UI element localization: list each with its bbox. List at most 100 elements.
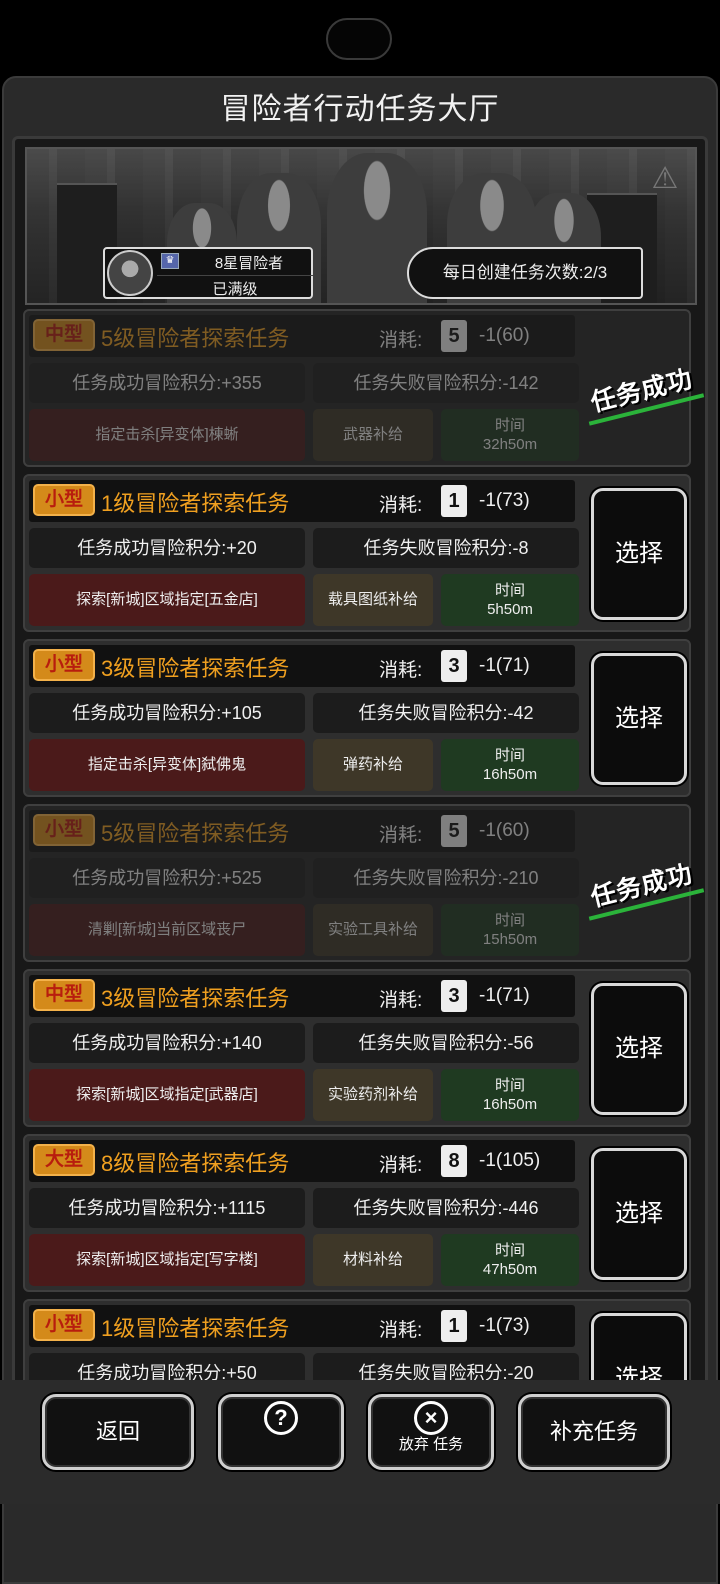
task-success-stamp: 任务成功 [579, 357, 705, 426]
help-icon: ? [264, 1401, 298, 1435]
success-points: 任务成功冒险积分:+105 [29, 693, 305, 733]
supply-reward: 弹药补给 [313, 739, 433, 791]
supply-reward: 武器补给 [313, 409, 433, 461]
task-card[interactable]: 小型 1级冒险者探索任务 消耗: 1 -1(73) 任务成功冒险积分:+20 任… [23, 474, 691, 632]
time-box: 时间 5h50m [441, 574, 579, 626]
task-header: 中型 5级冒险者探索任务 消耗: 5 -1(60) [29, 315, 575, 357]
task-card: 中型 5级冒险者探索任务 消耗: 5 -1(60) 任务成功冒险积分:+355 … [23, 309, 705, 467]
task-title: 1级冒险者探索任务 [101, 1316, 290, 1341]
task-header: 小型 3级冒险者探索任务 消耗: 3 -1(71) [29, 645, 575, 687]
time-box: 时间 16h50m [441, 1069, 579, 1121]
task-title: 3级冒险者探索任务 [101, 656, 290, 681]
cost-label: 消耗: [379, 1155, 423, 1176]
cost-value: -1(105) [479, 1150, 541, 1171]
task-title: 1级冒险者探索任务 [101, 491, 290, 516]
page-title: 冒险者行动任务大厅 [220, 93, 500, 126]
task-size-badge: 小型 [33, 814, 95, 846]
fail-points: 任务失败冒险积分:-8 [313, 528, 579, 568]
abandon-icon: × [414, 1401, 448, 1435]
select-button[interactable]: 选择 [591, 653, 687, 785]
cost-label: 消耗: [379, 330, 423, 351]
task-size-badge: 小型 [33, 484, 95, 516]
camera-notch [326, 18, 392, 60]
level-card-icon: 1 [441, 485, 467, 517]
abandon-task-button[interactable]: × 放弃 任务 [368, 1394, 494, 1470]
rank-box: ♛ 8星冒险者 已满级 [103, 247, 313, 299]
fail-points: 任务失败冒险积分:-142 [313, 363, 579, 403]
select-button[interactable]: 选择 [591, 983, 687, 1115]
back-label: 返回 [95, 1419, 140, 1444]
task-target: 探索[新城]区域指定[武器店] [29, 1069, 305, 1121]
supply-reward: 载具图纸补给 [313, 574, 433, 626]
task-header: 大型 8级冒险者探索任务 消耗: 8 -1(105) [29, 1140, 575, 1182]
task-size-badge: 大型 [33, 1144, 95, 1176]
cost-value: -1(71) [479, 985, 530, 1006]
success-points: 任务成功冒险积分:+1115 [29, 1188, 305, 1228]
task-size-badge: 中型 [33, 979, 95, 1011]
task-size-badge: 小型 [33, 649, 95, 681]
task-header: 中型 3级冒险者探索任务 消耗: 3 -1(71) [29, 975, 575, 1017]
fail-points: 任务失败冒险积分:-210 [313, 858, 579, 898]
back-button[interactable]: 返回 [42, 1394, 194, 1470]
select-button[interactable]: 选择 [591, 1148, 687, 1280]
time-box: 时间 15h50m [441, 904, 579, 956]
success-points: 任务成功冒险积分:+20 [29, 528, 305, 568]
cost-label: 消耗: [379, 1320, 423, 1341]
rank-status: 已满级 [157, 275, 313, 299]
task-target: 指定击杀[异变体]棟蜥 [29, 409, 305, 461]
task-hall-panel: 冒险者行动任务大厅 ⚠ ♛ 8星冒险者 已满级 每日创建任务次数:2/3 中型 [2, 76, 718, 1584]
time-label: 时间 [494, 582, 525, 599]
bottom-bar: 返回 ? × 放弃 任务 补充任务 [0, 1380, 720, 1504]
time-box: 时间 32h50m [441, 409, 579, 461]
faction-emblem-icon: ⚠ [651, 162, 679, 195]
abandon-label: 放弃 任务 [398, 1436, 464, 1453]
avatar [107, 250, 153, 296]
task-size-badge: 小型 [33, 1309, 95, 1341]
task-card: 小型 5级冒险者探索任务 消耗: 5 -1(60) 任务成功冒险积分:+525 … [23, 804, 705, 962]
daily-task-count: 每日创建任务次数:2/3 [407, 247, 643, 299]
task-size-badge: 中型 [33, 319, 95, 351]
task-title: 3级冒险者探索任务 [101, 986, 290, 1011]
fail-points: 任务失败冒险积分:-446 [313, 1188, 579, 1228]
time-box: 时间 16h50m [441, 739, 579, 791]
refill-label: 补充任务 [549, 1419, 638, 1444]
time-label: 时间 [494, 912, 525, 929]
cost-label: 消耗: [379, 990, 423, 1011]
task-title: 5级冒险者探索任务 [101, 326, 290, 351]
time-value: 47h50m [482, 1261, 538, 1278]
level-card-icon: 5 [441, 320, 467, 352]
banner-image: ⚠ ♛ 8星冒险者 已满级 每日创建任务次数:2/3 [25, 147, 697, 305]
fail-points: 任务失败冒险积分:-56 [313, 1023, 579, 1063]
success-points: 任务成功冒险积分:+355 [29, 363, 305, 403]
task-card[interactable]: 大型 8级冒险者探索任务 消耗: 8 -1(105) 任务成功冒险积分:+111… [23, 1134, 691, 1292]
help-button[interactable]: ? [218, 1394, 344, 1470]
task-card[interactable]: 中型 3级冒险者探索任务 消耗: 3 -1(71) 任务成功冒险积分:+140 … [23, 969, 691, 1127]
cost-label: 消耗: [379, 825, 423, 846]
time-value: 16h50m [482, 1096, 538, 1113]
time-box: 时间 47h50m [441, 1234, 579, 1286]
cost-value: -1(71) [479, 655, 530, 676]
supply-reward: 实验药剂补给 [313, 1069, 433, 1121]
time-value: 16h50m [482, 766, 538, 783]
task-header: 小型 1级冒险者探索任务 消耗: 1 -1(73) [29, 1305, 575, 1347]
fail-points: 任务失败冒险积分:-42 [313, 693, 579, 733]
time-value: 32h50m [482, 436, 538, 453]
supply-reward: 材料补给 [313, 1234, 433, 1286]
refill-task-button[interactable]: 补充任务 [518, 1394, 670, 1470]
task-card[interactable]: 小型 3级冒险者探索任务 消耗: 3 -1(71) 任务成功冒险积分:+105 … [23, 639, 691, 797]
select-button[interactable]: 选择 [591, 488, 687, 620]
cost-value: -1(73) [479, 490, 530, 511]
task-header: 小型 5级冒险者探索任务 消耗: 5 -1(60) [29, 810, 575, 852]
task-success-stamp: 任务成功 [579, 852, 705, 921]
success-points: 任务成功冒险积分:+140 [29, 1023, 305, 1063]
cost-value: -1(60) [479, 325, 530, 346]
task-title: 5级冒险者探索任务 [101, 821, 290, 846]
level-card-icon: 8 [441, 1145, 467, 1177]
level-card-icon: 5 [441, 815, 467, 847]
time-value: 15h50m [482, 931, 538, 948]
time-label: 时间 [494, 1242, 525, 1259]
supply-reward: 实验工具补给 [313, 904, 433, 956]
task-target: 清剿[新城]当前区域丧尸 [29, 904, 305, 956]
cost-value: -1(73) [479, 1315, 530, 1336]
time-label: 时间 [494, 417, 525, 434]
